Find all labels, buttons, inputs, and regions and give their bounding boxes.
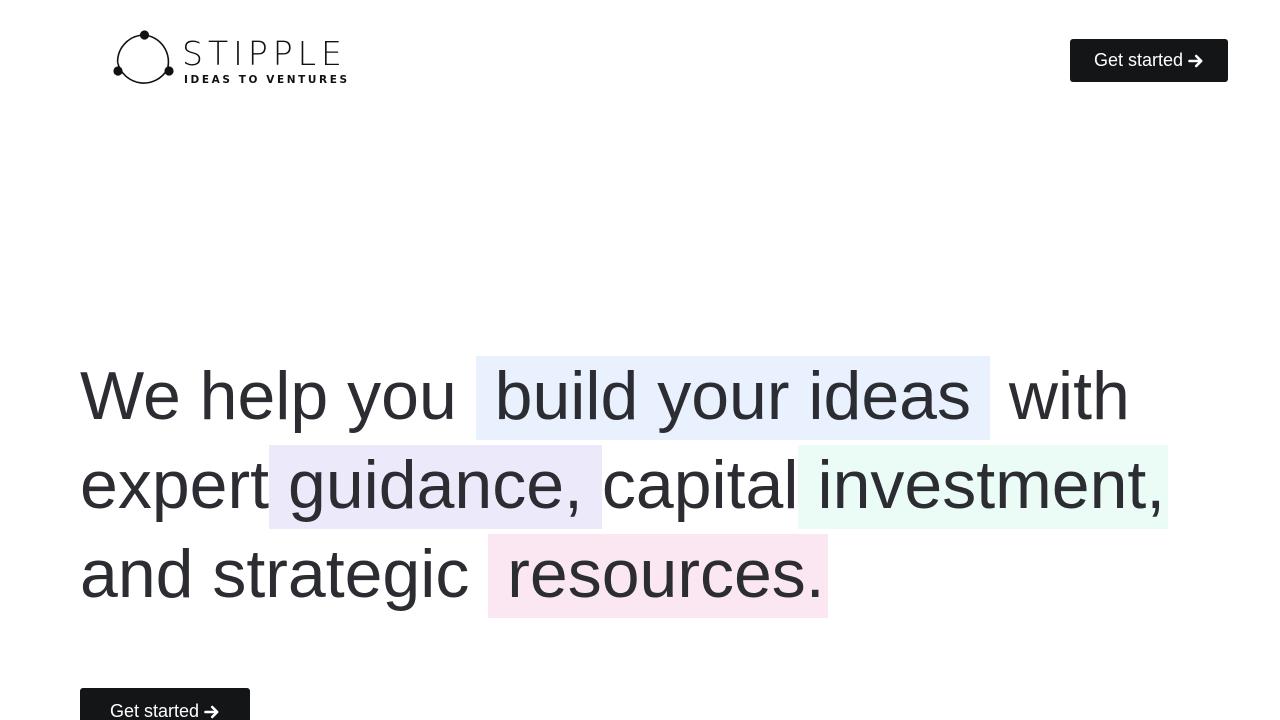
hero-text: We help you (80, 358, 476, 434)
brand-name: STIPPLE (182, 34, 347, 73)
hero-highlight-investment: investment, (798, 445, 1169, 529)
hero-highlight-resources: resources. (488, 534, 828, 618)
hero-text: capital (601, 447, 799, 523)
brand-tagline: IDEAS TO VENTURES (184, 74, 350, 86)
logo-mark-icon (113, 30, 174, 84)
arrow-right-icon (1188, 53, 1204, 69)
hero-headline: We help you build your ideas with expert… (80, 352, 1220, 619)
landing-page: STIPPLE IDEAS TO VENTURES Get started We… (0, 0, 1280, 720)
hero-text: expert (80, 447, 269, 523)
hero-highlight-build-your-ideas: build your ideas (475, 356, 990, 440)
hero-get-started-label: Get started (109, 701, 200, 720)
header-get-started-button[interactable]: Get started (1070, 39, 1228, 82)
hero-text: and strategic (80, 536, 489, 612)
brand-logo[interactable]: STIPPLE IDEAS TO VENTURES (112, 29, 352, 93)
arrow-right-icon (204, 704, 220, 720)
hero-highlight-guidance: guidance, (269, 445, 602, 529)
logo-text: STIPPLE IDEAS TO VENTURES (182, 34, 350, 87)
hero-get-started-button[interactable]: Get started (80, 688, 250, 720)
hero-text: with (989, 358, 1130, 434)
header-get-started-label: Get started (1093, 50, 1184, 70)
